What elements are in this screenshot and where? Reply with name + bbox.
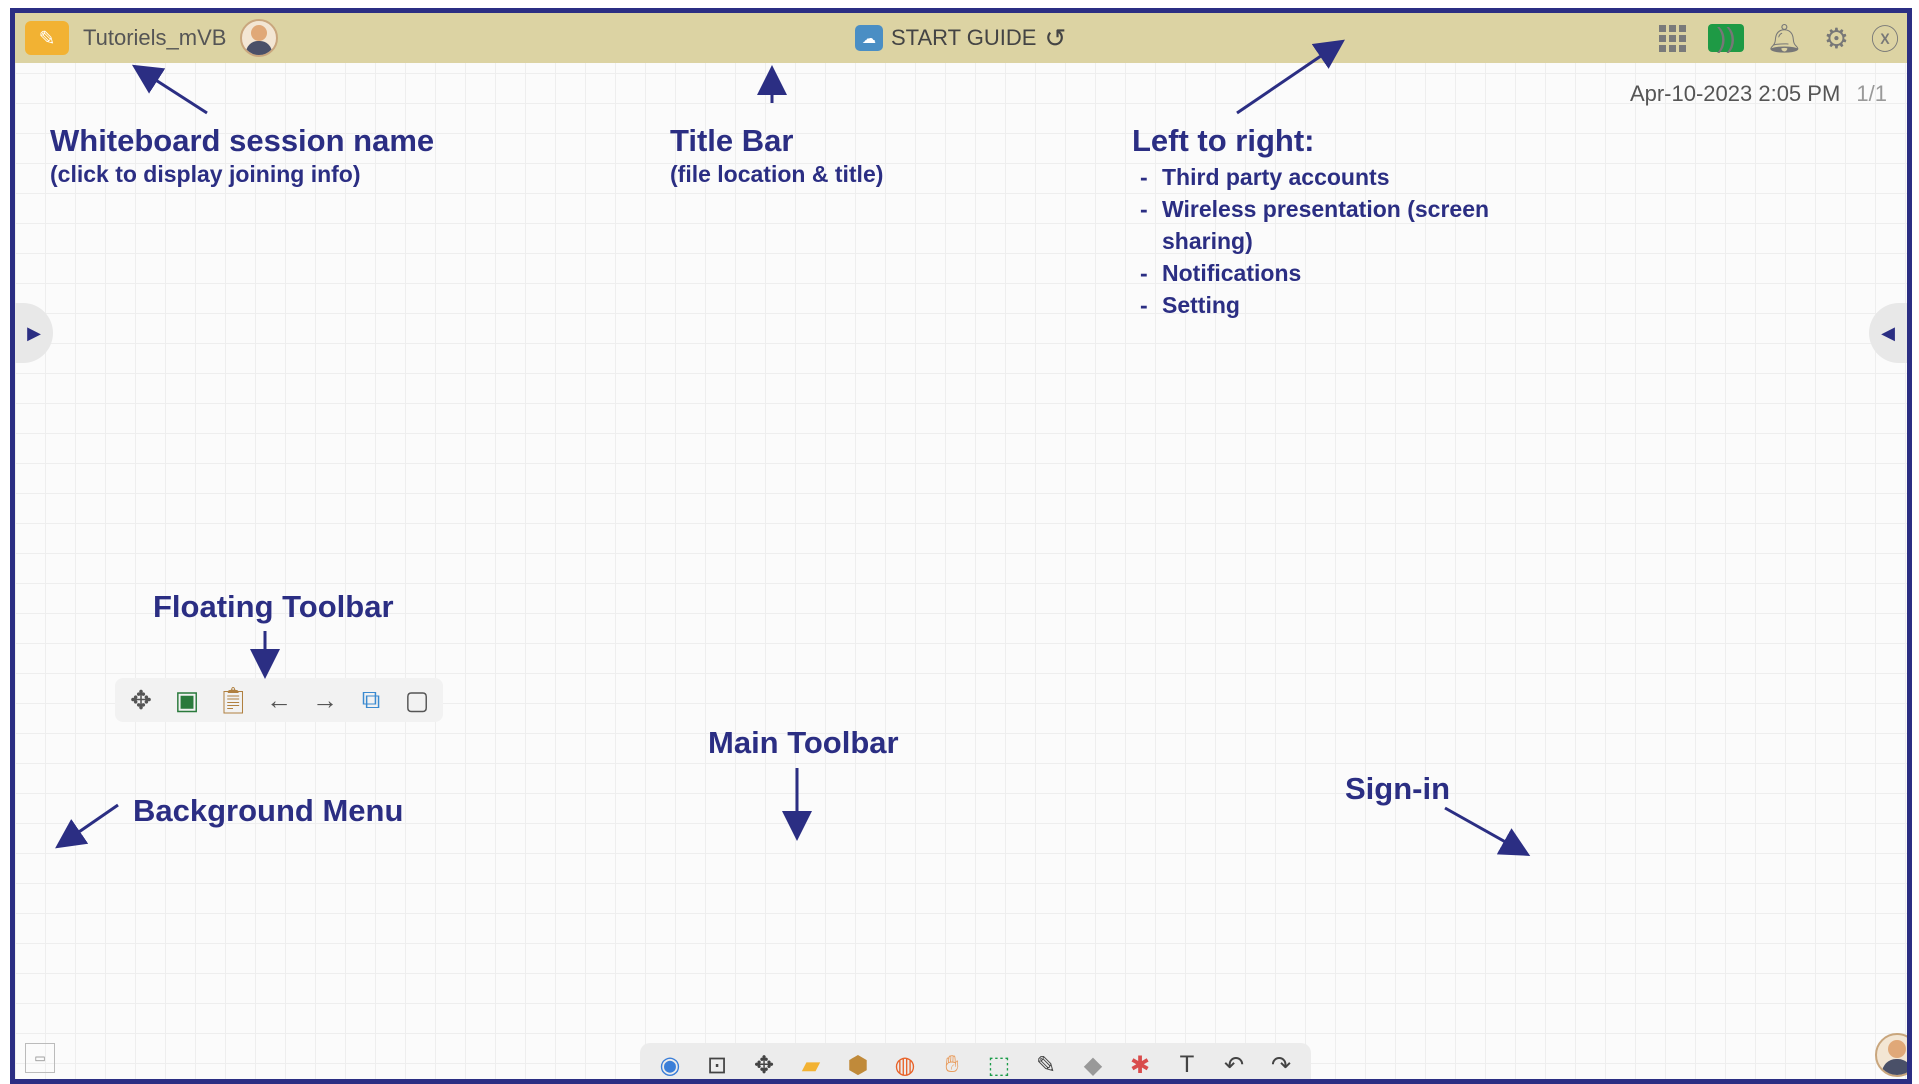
whiteboard-canvas[interactable]: ✎ Tutoriels_mVB ☁ START GUIDE ↺ )) 🔔︎ ⚙ … <box>10 8 1912 1084</box>
arrow-to-signin <box>1444 806 1531 856</box>
annotation-arrows <box>55 39 1531 856</box>
arrow-to-background <box>55 803 119 849</box>
arrow-to-actions <box>1236 39 1345 115</box>
arrow-to-session <box>131 64 208 115</box>
